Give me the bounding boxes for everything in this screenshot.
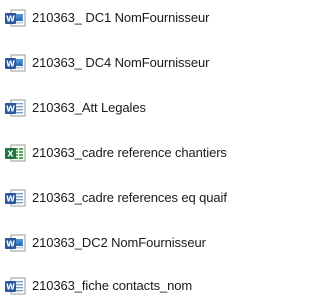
- file-name: 210363_ DC4 NomFournisseur: [32, 55, 210, 70]
- file-list: W 210363_ DC1 NomFournisseur W 210363_ D…: [0, 0, 321, 305]
- file-item-cadre-reference-chantiers[interactable]: X 210363_cadre reference chantiers: [4, 141, 318, 165]
- word-doc-pictogram-icon: W: [4, 233, 26, 253]
- file-name: 210363_cadre reference chantiers: [32, 145, 227, 160]
- word-doc-pictogram-icon: W: [4, 8, 26, 28]
- file-name: 210363_fiche contacts_nom: [32, 278, 193, 293]
- svg-text:X: X: [7, 150, 14, 159]
- svg-text:W: W: [6, 105, 15, 114]
- file-name: 210363_cadre references eq quaif: [32, 190, 227, 205]
- file-name: 210363_DC2 NomFournisseur: [32, 235, 206, 250]
- svg-text:W: W: [6, 283, 15, 292]
- file-name: 210363_Att Legales: [32, 100, 146, 115]
- excel-xls-icon: X: [4, 143, 26, 163]
- file-item-fiche-contacts-nom[interactable]: W 210363_fiche contacts_nom: [4, 274, 318, 298]
- file-item-dc2[interactable]: W 210363_DC2 NomFournisseur: [4, 231, 318, 255]
- file-item-cadre-references-eq-quaif[interactable]: W 210363_cadre references eq quaif: [4, 186, 318, 210]
- word-doc-icon: W: [4, 98, 26, 118]
- word-doc-pictogram-icon: W: [4, 53, 26, 73]
- svg-text:W: W: [6, 240, 15, 249]
- svg-text:W: W: [6, 195, 15, 204]
- word-doc-icon: W: [4, 276, 26, 296]
- svg-text:W: W: [6, 60, 15, 69]
- svg-text:W: W: [6, 15, 15, 24]
- file-item-dc1[interactable]: W 210363_ DC1 NomFournisseur: [4, 6, 318, 30]
- file-item-att-legales[interactable]: W 210363_Att Legales: [4, 96, 318, 120]
- file-item-dc4[interactable]: W 210363_ DC4 NomFournisseur: [4, 51, 318, 75]
- file-name: 210363_ DC1 NomFournisseur: [32, 10, 210, 25]
- word-doc-icon: W: [4, 188, 26, 208]
